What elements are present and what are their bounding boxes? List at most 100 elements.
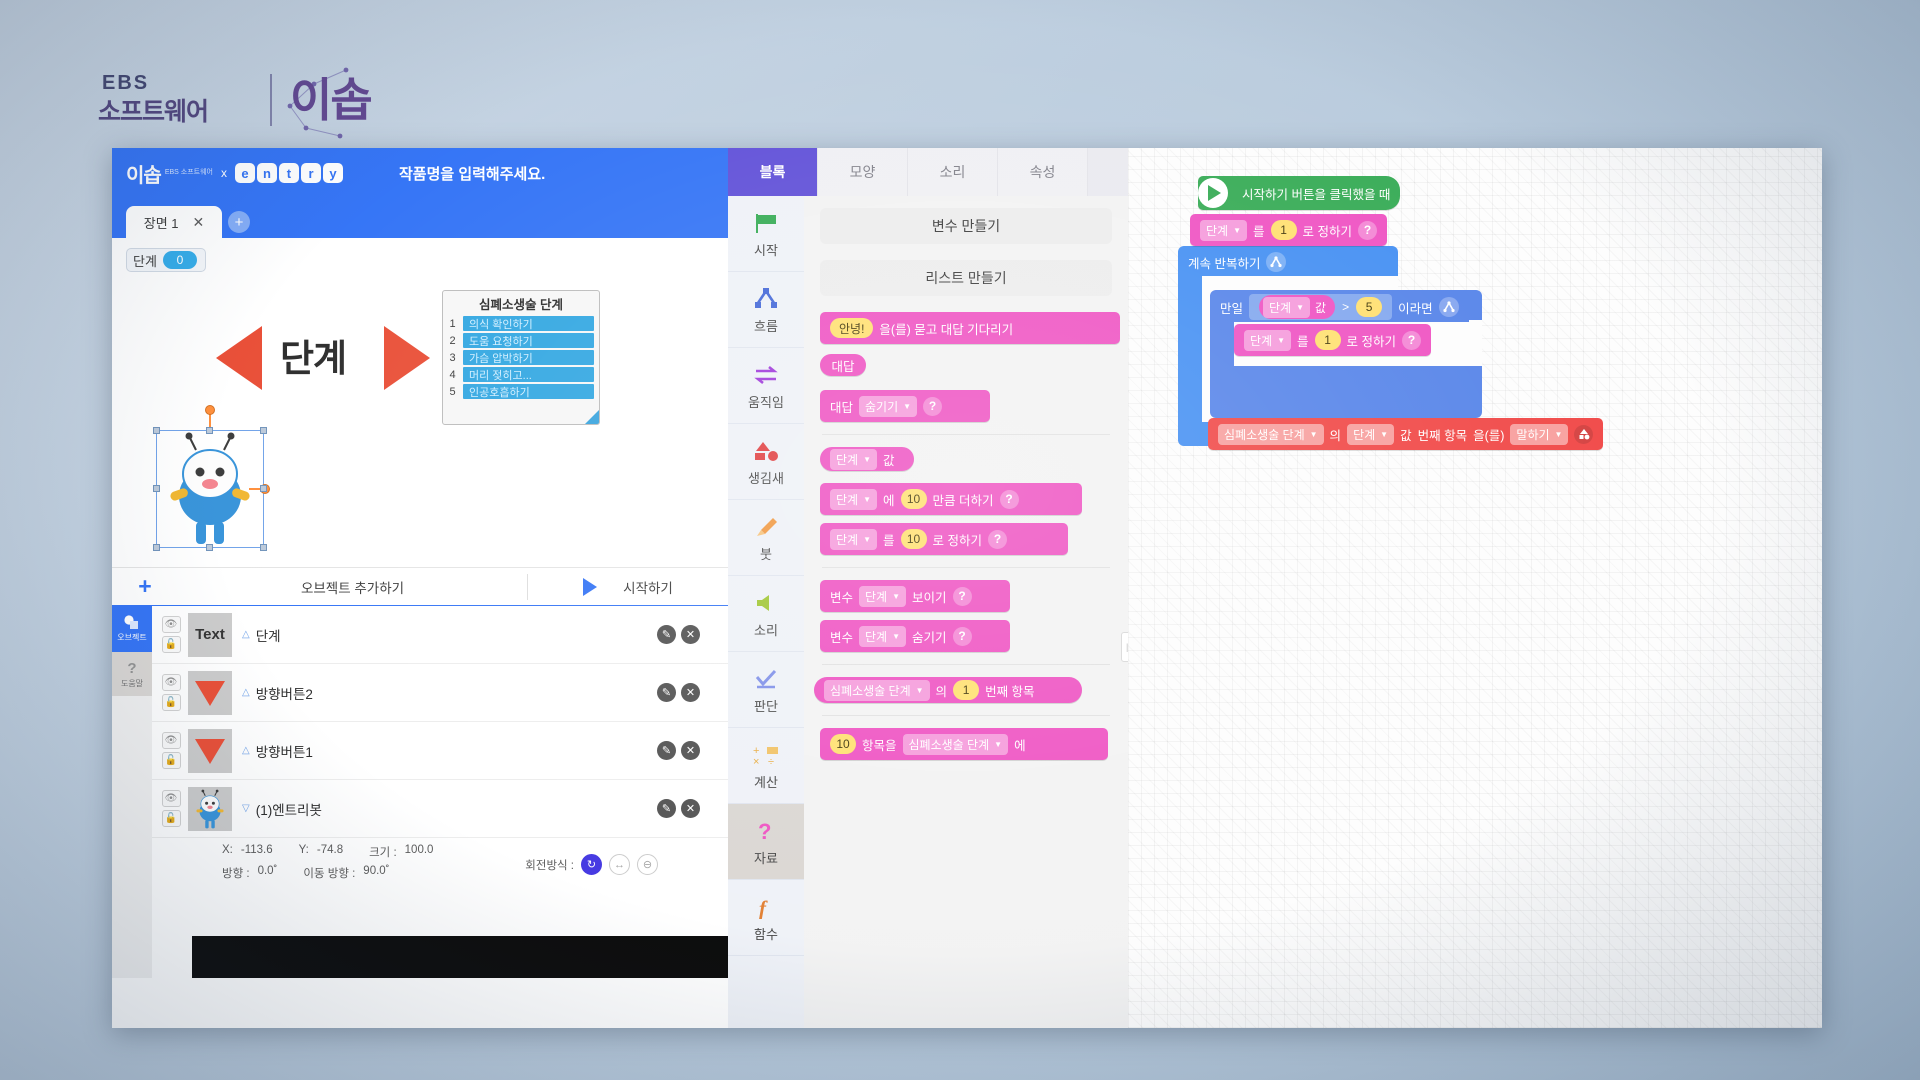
palette-block-answer-visibility[interactable]: 대답 숨기기 ▼ ? [820, 390, 990, 422]
table-row[interactable]: 👁 🔓 ▽ (1)엔트리봇 ✎ ✕ [152, 780, 728, 838]
size-value[interactable]: 100.0 [405, 844, 434, 860]
run-controls[interactable]: 시작하기 [528, 577, 728, 597]
list-item[interactable]: 4 머리 젖히고... [443, 366, 599, 383]
object-name[interactable]: 방향버튼2 [256, 683, 657, 703]
palette-resize-handle[interactable]: ||| [1121, 632, 1128, 662]
palette-block-answer[interactable]: 대답 [820, 354, 866, 376]
help-icon[interactable]: ? [952, 586, 972, 606]
edit-icon[interactable]: ✎ [657, 625, 676, 644]
number-field[interactable]: 5 [1356, 297, 1383, 317]
object-name[interactable]: 방향버튼1 [256, 741, 657, 761]
number-field[interactable]: 10 [900, 529, 927, 549]
chevron-icon[interactable]: △ [242, 687, 250, 698]
lock-icon[interactable]: 🔓 [161, 694, 181, 711]
help-icon[interactable]: ? [999, 489, 1019, 509]
make-list-button[interactable]: 리스트 만들기 [820, 260, 1112, 296]
category-start[interactable]: 시작 [728, 196, 804, 272]
number-field[interactable]: 1 [1270, 220, 1297, 240]
tab-properties[interactable]: 속성 [998, 148, 1088, 196]
variable-dropdown[interactable]: 단계 ▼ [859, 585, 907, 607]
lock-icon[interactable]: 🔓 [161, 752, 181, 769]
palette-block-add-item-to-list[interactable]: 10 항목을 심폐소생술 단계 ▼ 에 [820, 728, 1108, 760]
object-thumbnail[interactable] [188, 786, 232, 831]
category-data[interactable]: ? 자료 [728, 804, 804, 880]
eye-icon[interactable]: 👁 [161, 790, 181, 807]
object-thumbnail[interactable] [188, 670, 232, 715]
chevron-icon[interactable]: △ [242, 629, 250, 640]
category-movement[interactable]: 움직임 [728, 348, 804, 424]
resize-handle[interactable] [153, 427, 160, 434]
resize-handle[interactable] [260, 544, 267, 551]
category-sound[interactable]: 소리 [728, 576, 804, 652]
rotation-horizontal-button[interactable]: ↔ [609, 854, 630, 875]
tab-blocks[interactable]: 블록 [728, 148, 818, 196]
x-value[interactable]: -113.6 [241, 844, 273, 860]
variable-dropdown[interactable]: 단계 ▼ [859, 625, 907, 647]
stage-canvas[interactable]: 단계 0 단계 심폐소생술 단계 1 의식 확인하기 2 도움 요청하기 3 가… [112, 238, 728, 568]
script-workspace[interactable]: 시작하기 버튼을 클릭했을 때 단계 ▼ 를 1 로 정하기 ? 계속 반복하기 … [1128, 148, 1822, 1028]
list-item[interactable]: 2 도움 요청하기 [443, 332, 599, 349]
lock-icon[interactable]: 🔓 [161, 810, 181, 827]
palette-block-set-variable-to[interactable]: 단계 ▼ 를 10 로 정하기 ? [820, 523, 1068, 555]
script-set-variable-block[interactable]: 단계 ▼ 를 1 로 정하기 ? [1190, 214, 1388, 246]
add-object-plus-icon[interactable]: + [112, 573, 178, 600]
table-row[interactable]: 👁 🔓 Text △ 단계 ✎ ✕ [152, 606, 728, 664]
direction-value[interactable]: 0.0˚ [258, 865, 278, 881]
palette-block-list-item-at[interactable]: 심폐소생술 단계 ▼ 의 1 번째 항목 [814, 677, 1082, 703]
help-icon[interactable]: ? [988, 529, 1008, 549]
list-item[interactable]: 3 가슴 압박하기 [443, 349, 599, 366]
variable-dropdown[interactable]: 단계 ▼ [830, 488, 878, 510]
start-button-label[interactable]: 시작하기 [623, 577, 673, 597]
project-title-input[interactable]: 작품명을 입력해주세요. [399, 163, 545, 184]
list-dropdown[interactable]: 심폐소생술 단계 ▼ [1218, 423, 1324, 445]
script-say-block[interactable]: 심폐소생술 단계 ▼ 의 단계 ▼ 값 번째 항목 을(를) 말하기 ▼ [1208, 418, 1604, 450]
topbar-logo[interactable]: 이솝 [126, 159, 162, 188]
list-item[interactable]: 5 인공호흡하기 [443, 383, 599, 400]
edit-icon[interactable]: ✎ [657, 799, 676, 818]
object-thumbnail[interactable] [188, 728, 232, 773]
palette-block-variable-value[interactable]: 단계 ▼ 값 [820, 447, 914, 471]
visibility-dropdown[interactable]: 숨기기 ▼ [859, 395, 918, 417]
palette-block-hide-variable[interactable]: 변수 단계 ▼ 숨기기 ? [820, 620, 1010, 652]
add-object-button[interactable]: 오브젝트 추가하기 [178, 577, 527, 597]
resize-handle[interactable] [206, 427, 213, 434]
chevron-icon[interactable]: ▽ [242, 803, 250, 814]
tab-shape[interactable]: 모양 [818, 148, 908, 196]
delete-icon[interactable]: ✕ [681, 741, 700, 760]
say-action-dropdown[interactable]: 말하기 ▼ [1510, 423, 1569, 445]
add-scene-button[interactable]: + [228, 211, 250, 233]
sidebar-item-help[interactable]: ? 도움말 [112, 652, 152, 696]
variable-monitor[interactable]: 단계 0 [126, 248, 206, 272]
palette-block-ask-and-wait[interactable]: 안녕! 을(를) 묻고 대답 기다리기 [820, 312, 1120, 344]
delete-icon[interactable]: ✕ [681, 625, 700, 644]
script-if-block[interactable]: 만일 단계 ▼ 값 > 5 이라면 [1210, 292, 1469, 322]
entrybot-sprite-selected[interactable] [153, 405, 270, 551]
help-icon[interactable]: ? [1402, 330, 1422, 350]
category-judgment[interactable]: 판단 [728, 652, 804, 728]
list-dropdown[interactable]: 심폐소생술 단계 ▼ [902, 733, 1009, 755]
variable-dropdown[interactable]: 단계 ▼ [830, 448, 878, 470]
stage-right-arrow-sprite[interactable] [384, 326, 430, 390]
variable-dropdown[interactable]: 단계 ▼ [1244, 329, 1292, 351]
edit-icon[interactable]: ✎ [657, 683, 676, 702]
variable-dropdown[interactable]: 단계 ▼ [830, 528, 878, 550]
variable-value-block[interactable]: 단계 ▼ 값 [1259, 295, 1336, 319]
rotation-none-button[interactable]: ⊖ [637, 854, 658, 875]
help-icon[interactable]: ? [1358, 220, 1378, 240]
list-item[interactable]: 1 의식 확인하기 [443, 315, 599, 332]
eye-icon[interactable]: 👁 [161, 616, 181, 633]
category-looks[interactable]: 생김새 [728, 424, 804, 500]
resize-handle[interactable] [153, 544, 160, 551]
number-field[interactable]: 1 [1314, 330, 1341, 350]
category-function[interactable]: f 함수 [728, 880, 804, 956]
number-field[interactable]: 10 [900, 489, 927, 509]
category-brush[interactable]: 붓 [728, 500, 804, 576]
comparison-operator-block[interactable]: 단계 ▼ 값 > 5 [1249, 294, 1393, 320]
play-icon[interactable] [583, 577, 598, 596]
eye-icon[interactable]: 👁 [161, 674, 181, 691]
script-repeat-forever-block[interactable]: 계속 반복하기 [1178, 248, 1297, 276]
resize-handle[interactable] [260, 427, 267, 434]
variable-dropdown[interactable]: 단계 ▼ [1200, 219, 1248, 241]
ask-text-field[interactable]: 안녕! [830, 318, 874, 338]
help-icon[interactable]: ? [923, 396, 943, 416]
